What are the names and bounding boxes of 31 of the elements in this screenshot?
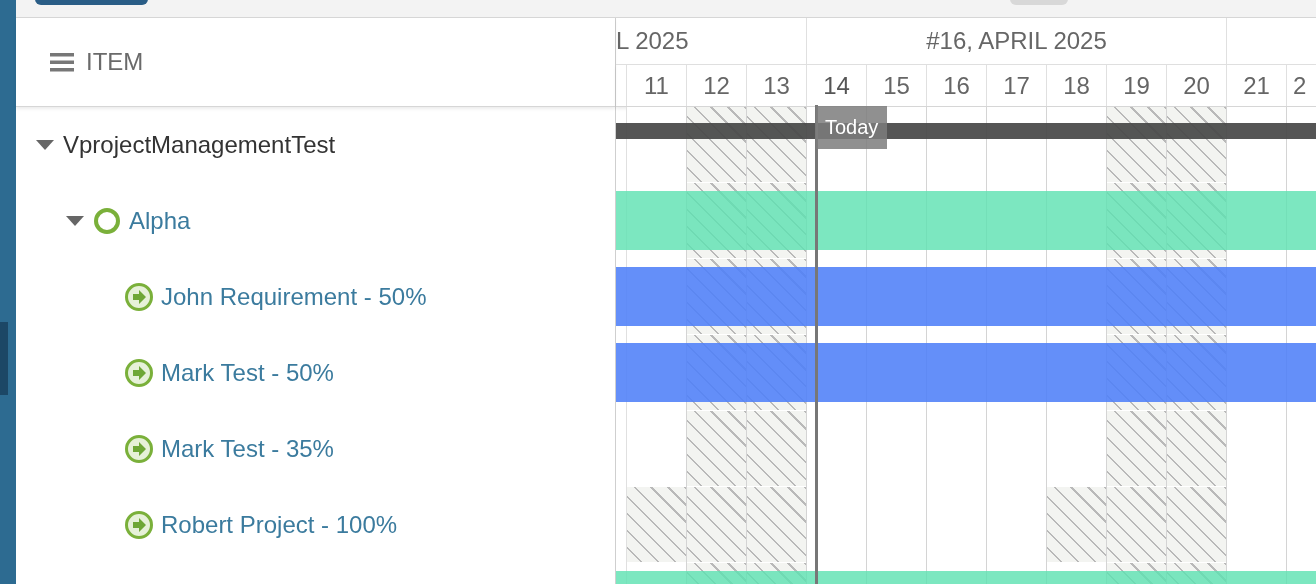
item-label[interactable]: Alpha bbox=[129, 207, 191, 235]
menu-icon[interactable] bbox=[50, 52, 74, 72]
week-label: L 2025 bbox=[616, 27, 689, 55]
column-title: ITEM bbox=[86, 48, 144, 76]
ring-icon bbox=[93, 207, 121, 235]
day-label: 12 bbox=[703, 71, 730, 100]
arrow-circle-icon bbox=[125, 511, 153, 539]
item-label[interactable]: Mark Test - 50% bbox=[161, 359, 334, 387]
item-label[interactable]: VprojectManagementTest bbox=[63, 131, 336, 159]
arrow-circle-icon bbox=[125, 283, 153, 311]
day-label: 21 bbox=[1243, 71, 1270, 100]
item-label[interactable]: John Requirement - 50% bbox=[161, 283, 427, 311]
item-label[interactable]: Robert Project - 100% bbox=[161, 511, 398, 539]
day-label: 15 bbox=[883, 71, 910, 100]
day-label: 16 bbox=[943, 71, 970, 100]
day-label: 11 bbox=[644, 71, 669, 100]
collapse-caret-icon[interactable] bbox=[65, 215, 85, 227]
day-label: 17 bbox=[1003, 71, 1030, 100]
week-label: #16, APRIL 2025 bbox=[926, 27, 1107, 55]
today-marker: Today bbox=[816, 106, 888, 149]
arrow-circle-icon bbox=[125, 359, 153, 387]
day-label: 14 bbox=[823, 71, 850, 100]
day-label: 2 bbox=[1293, 71, 1307, 100]
day-label: 13 bbox=[763, 71, 790, 100]
side-tab[interactable] bbox=[0, 322, 8, 395]
day-label: 19 bbox=[1123, 71, 1150, 100]
day-label: 20 bbox=[1183, 71, 1210, 100]
day-label: 18 bbox=[1063, 71, 1090, 100]
arrow-circle-icon bbox=[125, 435, 153, 463]
item-label[interactable]: Mark Test - 35% bbox=[161, 435, 334, 463]
collapse-caret-icon[interactable] bbox=[35, 139, 55, 151]
